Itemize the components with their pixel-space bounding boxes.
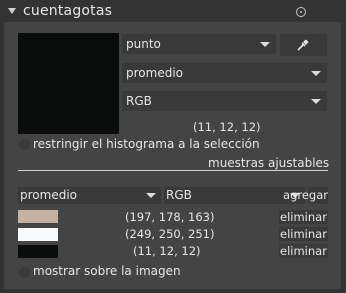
sample-value: (197, 178, 163) <box>125 210 215 224</box>
restrict-histogram-checkbox[interactable] <box>19 139 30 150</box>
sample-statistic-select[interactable]: promedio <box>18 187 161 204</box>
sample-statistic-value: promedio <box>20 188 77 202</box>
chevron-down-icon <box>311 71 321 76</box>
picker-mode-select[interactable]: punto <box>122 34 276 54</box>
samples-section-label: muestras ajustables <box>208 156 330 170</box>
color-space-value: RGB <box>126 94 152 108</box>
module-title[interactable]: cuentagotas <box>23 3 112 19</box>
remove-sample-button[interactable]: eliminar <box>279 227 328 241</box>
chevron-down-icon <box>260 42 270 47</box>
sample-color-space-value: RGB <box>166 188 192 202</box>
section-divider <box>18 170 328 171</box>
statistic-value: promedio <box>126 66 183 80</box>
show-on-image-checkbox[interactable] <box>19 267 30 278</box>
show-on-image-label[interactable]: mostrar sobre la imagen <box>33 264 181 278</box>
sample-swatch <box>18 210 58 223</box>
reset-icon[interactable] <box>296 7 306 17</box>
sample-value: (249, 250, 251) <box>125 227 215 241</box>
remove-sample-button[interactable]: eliminar <box>279 244 328 258</box>
color-picker-icon <box>297 39 309 51</box>
statistic-select[interactable]: promedio <box>122 63 327 83</box>
color-picker-button[interactable] <box>280 34 327 56</box>
add-sample-label: agregar <box>283 188 328 202</box>
sample-value: (11, 12, 12) <box>133 244 201 258</box>
restrict-histogram-label[interactable]: restringir el histograma a la selección <box>33 137 260 151</box>
sample-swatch <box>18 245 58 258</box>
chevron-down-icon <box>311 99 321 104</box>
sample-swatch <box>18 228 58 241</box>
picker-mode-value: punto <box>126 37 161 51</box>
collapse-triangle-icon[interactable] <box>8 8 16 14</box>
add-sample-button[interactable]: agregar <box>283 187 328 204</box>
color-space-select[interactable]: RGB <box>122 91 327 111</box>
picked-color-swatch <box>18 33 119 134</box>
chevron-down-icon <box>146 193 156 198</box>
picked-color-value: (11, 12, 12) <box>193 120 261 134</box>
remove-sample-button[interactable]: eliminar <box>279 210 328 224</box>
